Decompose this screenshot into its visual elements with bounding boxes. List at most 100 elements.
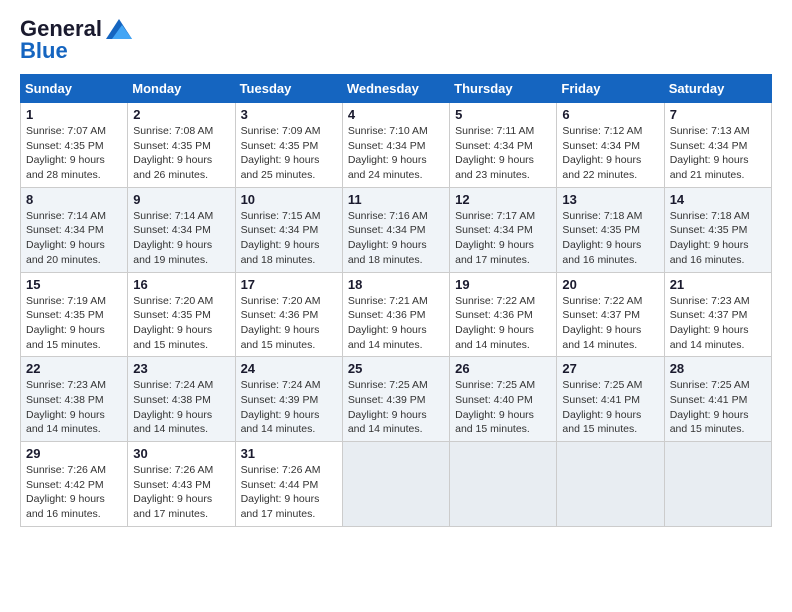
calendar-day-cell: 29Sunrise: 7:26 AMSunset: 4:42 PMDayligh… — [21, 442, 128, 527]
day-number: 15 — [26, 277, 122, 292]
calendar-week-row: 22 Sunrise: 7:23 AMSunset: 4:38 PMDayligh… — [21, 357, 772, 442]
day-info: Sunrise: 7:23 AMSunset: 4:38 PMDaylight:… — [26, 378, 122, 437]
day-number: 27 — [562, 361, 658, 376]
day-number: 8 — [26, 192, 122, 207]
day-info: Sunrise: 7:26 AMSunset: 4:42 PMDaylight:… — [26, 463, 122, 522]
day-number: 12 — [455, 192, 551, 207]
weekday-header: Friday — [557, 75, 664, 103]
calendar-day-cell: 14 Sunrise: 7:18 AMSunset: 4:35 PMDayligh… — [664, 187, 771, 272]
calendar-day-cell — [450, 442, 557, 527]
weekday-header: Thursday — [450, 75, 557, 103]
calendar-day-cell — [342, 442, 449, 527]
day-number: 23 — [133, 361, 229, 376]
day-number: 20 — [562, 277, 658, 292]
day-info: Sunrise: 7:14 AMSunset: 4:34 PMDaylight:… — [26, 209, 122, 268]
calendar-day-cell: 19 Sunrise: 7:22 AMSunset: 4:36 PMDayligh… — [450, 272, 557, 357]
calendar-day-cell: 23 Sunrise: 7:24 AMSunset: 4:38 PMDayligh… — [128, 357, 235, 442]
day-number: 3 — [241, 107, 337, 122]
calendar-day-cell: 7 Sunrise: 7:13 AMSunset: 4:34 PMDaylight… — [664, 103, 771, 188]
weekday-header-row: SundayMondayTuesdayWednesdayThursdayFrid… — [21, 75, 772, 103]
day-info: Sunrise: 7:22 AMSunset: 4:36 PMDaylight:… — [455, 294, 551, 353]
calendar-day-cell: 26 Sunrise: 7:25 AMSunset: 4:40 PMDayligh… — [450, 357, 557, 442]
calendar-day-cell: 18 Sunrise: 7:21 AMSunset: 4:36 PMDayligh… — [342, 272, 449, 357]
calendar-day-cell: 1 Sunrise: 7:07 AMSunset: 4:35 PMDaylight… — [21, 103, 128, 188]
weekday-header: Tuesday — [235, 75, 342, 103]
day-info: Sunrise: 7:25 AMSunset: 4:40 PMDaylight:… — [455, 378, 551, 437]
day-info: Sunrise: 7:17 AMSunset: 4:34 PMDaylight:… — [455, 209, 551, 268]
day-info: Sunrise: 7:21 AMSunset: 4:36 PMDaylight:… — [348, 294, 444, 353]
calendar-day-cell: 27 Sunrise: 7:25 AMSunset: 4:41 PMDayligh… — [557, 357, 664, 442]
day-info: Sunrise: 7:18 AMSunset: 4:35 PMDaylight:… — [562, 209, 658, 268]
calendar-day-cell: 17 Sunrise: 7:20 AMSunset: 4:36 PMDayligh… — [235, 272, 342, 357]
calendar-week-row: 1 Sunrise: 7:07 AMSunset: 4:35 PMDaylight… — [21, 103, 772, 188]
day-info: Sunrise: 7:13 AMSunset: 4:34 PMDaylight:… — [670, 124, 766, 183]
day-number: 31 — [241, 446, 337, 461]
day-number: 4 — [348, 107, 444, 122]
day-info: Sunrise: 7:18 AMSunset: 4:35 PMDaylight:… — [670, 209, 766, 268]
calendar-day-cell: 12 Sunrise: 7:17 AMSunset: 4:34 PMDayligh… — [450, 187, 557, 272]
calendar-week-row: 8 Sunrise: 7:14 AMSunset: 4:34 PMDaylight… — [21, 187, 772, 272]
logo-icon — [106, 19, 132, 39]
day-info: Sunrise: 7:15 AMSunset: 4:34 PMDaylight:… — [241, 209, 337, 268]
day-info: Sunrise: 7:16 AMSunset: 4:34 PMDaylight:… — [348, 209, 444, 268]
day-number: 25 — [348, 361, 444, 376]
calendar-day-cell: 10 Sunrise: 7:15 AMSunset: 4:34 PMDayligh… — [235, 187, 342, 272]
calendar-day-cell: 11 Sunrise: 7:16 AMSunset: 4:34 PMDayligh… — [342, 187, 449, 272]
weekday-header: Wednesday — [342, 75, 449, 103]
day-number: 11 — [348, 192, 444, 207]
day-info: Sunrise: 7:12 AMSunset: 4:34 PMDaylight:… — [562, 124, 658, 183]
calendar-day-cell: 13Sunrise: 7:18 AMSunset: 4:35 PMDayligh… — [557, 187, 664, 272]
day-info: Sunrise: 7:09 AMSunset: 4:35 PMDaylight:… — [241, 124, 337, 183]
day-info: Sunrise: 7:07 AMSunset: 4:35 PMDaylight:… — [26, 124, 122, 183]
day-number: 6 — [562, 107, 658, 122]
day-info: Sunrise: 7:10 AMSunset: 4:34 PMDaylight:… — [348, 124, 444, 183]
calendar-day-cell: 2 Sunrise: 7:08 AMSunset: 4:35 PMDaylight… — [128, 103, 235, 188]
page-header: General Blue — [20, 16, 772, 64]
day-info: Sunrise: 7:20 AMSunset: 4:36 PMDaylight:… — [241, 294, 337, 353]
calendar-table: SundayMondayTuesdayWednesdayThursdayFrid… — [20, 74, 772, 527]
day-number: 1 — [26, 107, 122, 122]
calendar-day-cell: 16Sunrise: 7:20 AMSunset: 4:35 PMDayligh… — [128, 272, 235, 357]
calendar-day-cell: 21 Sunrise: 7:23 AMSunset: 4:37 PMDayligh… — [664, 272, 771, 357]
day-number: 21 — [670, 277, 766, 292]
day-info: Sunrise: 7:26 AMSunset: 4:43 PMDaylight:… — [133, 463, 229, 522]
calendar-day-cell: 15 Sunrise: 7:19 AMSunset: 4:35 PMDayligh… — [21, 272, 128, 357]
day-number: 26 — [455, 361, 551, 376]
day-number: 18 — [348, 277, 444, 292]
calendar-day-cell — [664, 442, 771, 527]
day-number: 28 — [670, 361, 766, 376]
calendar-day-cell: 4 Sunrise: 7:10 AMSunset: 4:34 PMDaylight… — [342, 103, 449, 188]
day-number: 22 — [26, 361, 122, 376]
calendar-week-row: 15 Sunrise: 7:19 AMSunset: 4:35 PMDayligh… — [21, 272, 772, 357]
calendar-day-cell: 3 Sunrise: 7:09 AMSunset: 4:35 PMDaylight… — [235, 103, 342, 188]
day-info: Sunrise: 7:19 AMSunset: 4:35 PMDaylight:… — [26, 294, 122, 353]
day-number: 7 — [670, 107, 766, 122]
day-number: 10 — [241, 192, 337, 207]
day-info: Sunrise: 7:11 AMSunset: 4:34 PMDaylight:… — [455, 124, 551, 183]
calendar-day-cell: 8 Sunrise: 7:14 AMSunset: 4:34 PMDaylight… — [21, 187, 128, 272]
day-number: 5 — [455, 107, 551, 122]
calendar-day-cell: 30Sunrise: 7:26 AMSunset: 4:43 PMDayligh… — [128, 442, 235, 527]
calendar-day-cell — [557, 442, 664, 527]
day-info: Sunrise: 7:24 AMSunset: 4:38 PMDaylight:… — [133, 378, 229, 437]
day-info: Sunrise: 7:25 AMSunset: 4:41 PMDaylight:… — [562, 378, 658, 437]
weekday-header: Monday — [128, 75, 235, 103]
day-number: 17 — [241, 277, 337, 292]
calendar-day-cell: 20 Sunrise: 7:22 AMSunset: 4:37 PMDayligh… — [557, 272, 664, 357]
day-info: Sunrise: 7:23 AMSunset: 4:37 PMDaylight:… — [670, 294, 766, 353]
day-number: 24 — [241, 361, 337, 376]
day-number: 9 — [133, 192, 229, 207]
day-number: 14 — [670, 192, 766, 207]
day-info: Sunrise: 7:14 AMSunset: 4:34 PMDaylight:… — [133, 209, 229, 268]
calendar-day-cell: 5 Sunrise: 7:11 AMSunset: 4:34 PMDaylight… — [450, 103, 557, 188]
day-info: Sunrise: 7:26 AMSunset: 4:44 PMDaylight:… — [241, 463, 337, 522]
day-info: Sunrise: 7:08 AMSunset: 4:35 PMDaylight:… — [133, 124, 229, 183]
calendar-day-cell: 22 Sunrise: 7:23 AMSunset: 4:38 PMDayligh… — [21, 357, 128, 442]
day-number: 2 — [133, 107, 229, 122]
day-number: 19 — [455, 277, 551, 292]
calendar-day-cell: 6 Sunrise: 7:12 AMSunset: 4:34 PMDaylight… — [557, 103, 664, 188]
calendar-day-cell: 25 Sunrise: 7:25 AMSunset: 4:39 PMDayligh… — [342, 357, 449, 442]
calendar-day-cell: 24Sunrise: 7:24 AMSunset: 4:39 PMDayligh… — [235, 357, 342, 442]
day-info: Sunrise: 7:22 AMSunset: 4:37 PMDaylight:… — [562, 294, 658, 353]
day-info: Sunrise: 7:25 AMSunset: 4:39 PMDaylight:… — [348, 378, 444, 437]
